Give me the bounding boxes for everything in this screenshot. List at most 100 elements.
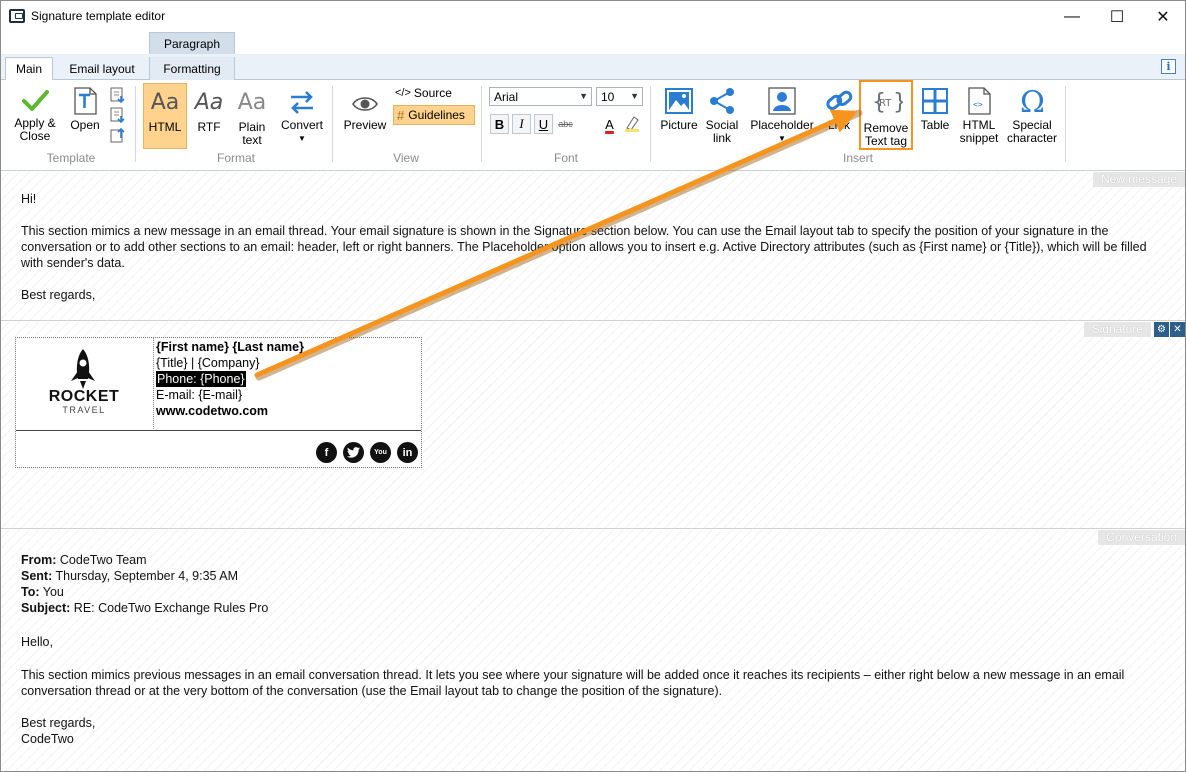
conversation-closing: Best regards, — [21, 716, 96, 730]
plain-text-format-icon: Aa — [237, 90, 267, 115]
insert-table-button[interactable]: Table — [915, 86, 955, 132]
plain-text-label: Plain text — [238, 120, 266, 147]
linkedin-icon[interactable]: in — [397, 442, 418, 463]
insert-link-button[interactable]: Link — [819, 86, 859, 132]
signature-logo-cell[interactable]: ROCKET TRAVEL — [16, 338, 154, 429]
minimize-button[interactable]: — — [1049, 1, 1095, 32]
chevron-down-icon: ▼ — [298, 134, 306, 143]
close-button[interactable]: ✕ — [1140, 1, 1185, 32]
grid-icon: # — [397, 107, 405, 123]
ribbon-separator — [332, 86, 333, 162]
html-label: HTML — [148, 120, 182, 134]
conversation-subject-line: Subject: RE: CodeTwo Exchange Rules Pro — [21, 600, 1161, 616]
bold-button[interactable]: B — [490, 114, 509, 134]
save-as-icon[interactable] — [109, 106, 127, 124]
new-message-closing: Best regards, — [21, 288, 96, 302]
font-size-value: 10 — [601, 90, 615, 104]
ribbon: Apply & Close Open Template Aa HTML Aa R… — [1, 80, 1185, 171]
placeholder-person-icon — [768, 87, 796, 115]
conversation-to-line: To: You — [21, 584, 1161, 600]
window-title: Signature template editor — [31, 9, 166, 23]
sig-phone-placeholder-selected[interactable]: Phone: {Phone} — [156, 371, 246, 387]
highlight-icon[interactable] — [623, 114, 641, 132]
tab-email-layout[interactable]: Email layout — [57, 57, 147, 80]
open-template-icon — [74, 87, 97, 115]
maximize-button[interactable]: ☐ — [1094, 1, 1140, 32]
insert-picture-button[interactable]: Picture — [657, 86, 701, 132]
rtf-label: RTF — [197, 120, 221, 134]
conversation-greeting: Hello, — [21, 635, 53, 649]
eye-icon — [352, 97, 378, 111]
svg-text:}: } — [893, 90, 903, 115]
share-icon — [710, 88, 734, 114]
logo-tagline: TRAVEL — [62, 405, 106, 415]
html-snippet-icon: <> — [968, 87, 991, 115]
italic-button[interactable]: I — [512, 114, 531, 134]
svg-text:Ω: Ω — [1020, 86, 1045, 116]
font-family-select[interactable]: Arial ▼ — [489, 87, 592, 106]
insert-html-snippet-button[interactable]: <> HTML snippet — [957, 86, 1001, 145]
picture-label: Picture — [660, 118, 698, 132]
signature-editor-window: Signature template editor — ☐ ✕ Paragrap… — [0, 0, 1186, 772]
rocket-logo-icon — [71, 349, 95, 389]
sig-name-placeholder: {First name} {Last name} — [156, 340, 304, 354]
signature-table[interactable]: ROCKET TRAVEL {First name} {Last name} {… — [15, 337, 422, 468]
sig-website[interactable]: www.codetwo.com — [156, 403, 268, 419]
sent-value: Thursday, September 4, 9:35 AM — [55, 569, 239, 583]
apply-close-button[interactable]: Apply & Close — [9, 86, 61, 143]
guidelines-toggle[interactable]: # Guidelines — [393, 105, 475, 125]
conversation-section[interactable]: Conversation From: CodeTwo Team Sent: Th… — [1, 530, 1185, 771]
new-message-section-label: New message — [1092, 172, 1185, 187]
preview-button[interactable]: Preview — [341, 92, 389, 132]
close-icon[interactable]: ✕ — [1170, 322, 1185, 337]
table-label: Table — [920, 118, 950, 132]
signature-section[interactable]: Signature ⚙ ✕ ROCKET TRAVEL {First name}… — [1, 322, 1185, 529]
new-message-section[interactable]: New message Hi! This section mimics a ne… — [1, 172, 1185, 321]
sent-label: Sent: — [21, 569, 53, 583]
social-link-label: Social link — [705, 118, 739, 145]
conversation-sent-line: Sent: Thursday, September 4, 9:35 AM — [21, 568, 1161, 584]
subject-label: Subject: — [21, 601, 71, 615]
facebook-icon[interactable]: f — [316, 442, 337, 463]
special-character-label: Special character — [1006, 118, 1058, 145]
insert-special-character-button[interactable]: Ω Special character — [1004, 86, 1060, 145]
export-icon[interactable] — [109, 126, 127, 144]
open-button[interactable]: Open — [65, 86, 105, 132]
guidelines-label: Guidelines — [408, 108, 465, 122]
font-color-button[interactable]: A — [600, 114, 619, 134]
remove-text-tag-label: Remove Text tag — [863, 121, 909, 148]
remove-text-tag-button[interactable]: {RT} Remove Text tag — [859, 80, 913, 150]
html-format-button[interactable]: Aa HTML — [143, 83, 187, 149]
insert-social-link-button[interactable]: Social link — [702, 86, 742, 145]
twitter-icon[interactable] — [343, 442, 364, 463]
convert-button[interactable]: Convert ▼ — [277, 88, 327, 145]
conversation-body: This section mimics previous messages in… — [21, 668, 1125, 698]
youtube-icon[interactable]: You — [370, 442, 391, 463]
tab-formatting[interactable]: Formatting — [149, 57, 235, 80]
gear-icon[interactable]: ⚙ — [1154, 322, 1169, 337]
conversation-signoff: CodeTwo — [21, 732, 74, 746]
ribbon-tab-bar: Main Email layout Formatting — [1, 54, 1185, 81]
preview-label: Preview — [343, 118, 387, 132]
strikethrough-button[interactable]: abc — [556, 114, 575, 134]
ribbon-separator — [650, 86, 651, 162]
info-icon[interactable]: i — [1161, 59, 1176, 74]
tab-main[interactable]: Main — [5, 57, 53, 81]
group-label-template: Template — [46, 151, 96, 165]
font-size-select[interactable]: 10 ▼ — [596, 87, 643, 106]
rtf-format-button[interactable]: Aa RTF — [191, 90, 227, 134]
underline-button[interactable]: U — [534, 114, 553, 134]
signature-section-label: Signature — [1083, 322, 1151, 337]
rtf-format-icon: Aa — [194, 90, 224, 115]
open-label: Open — [70, 118, 100, 132]
plain-text-format-button[interactable]: Aa Plain text — [232, 90, 272, 147]
picture-icon — [665, 88, 693, 114]
save-template-icon[interactable] — [109, 86, 127, 104]
font-family-value: Arial — [494, 90, 519, 104]
insert-placeholder-button[interactable]: Placeholder ▼ — [747, 86, 817, 145]
ribbon-separator — [1065, 86, 1066, 162]
sig-title-company-placeholder: {Title} | {Company} — [156, 356, 260, 370]
link-chain-icon — [826, 90, 853, 110]
source-button[interactable]: </> Source — [393, 84, 475, 102]
apply-close-label: Apply & Close — [14, 116, 56, 143]
